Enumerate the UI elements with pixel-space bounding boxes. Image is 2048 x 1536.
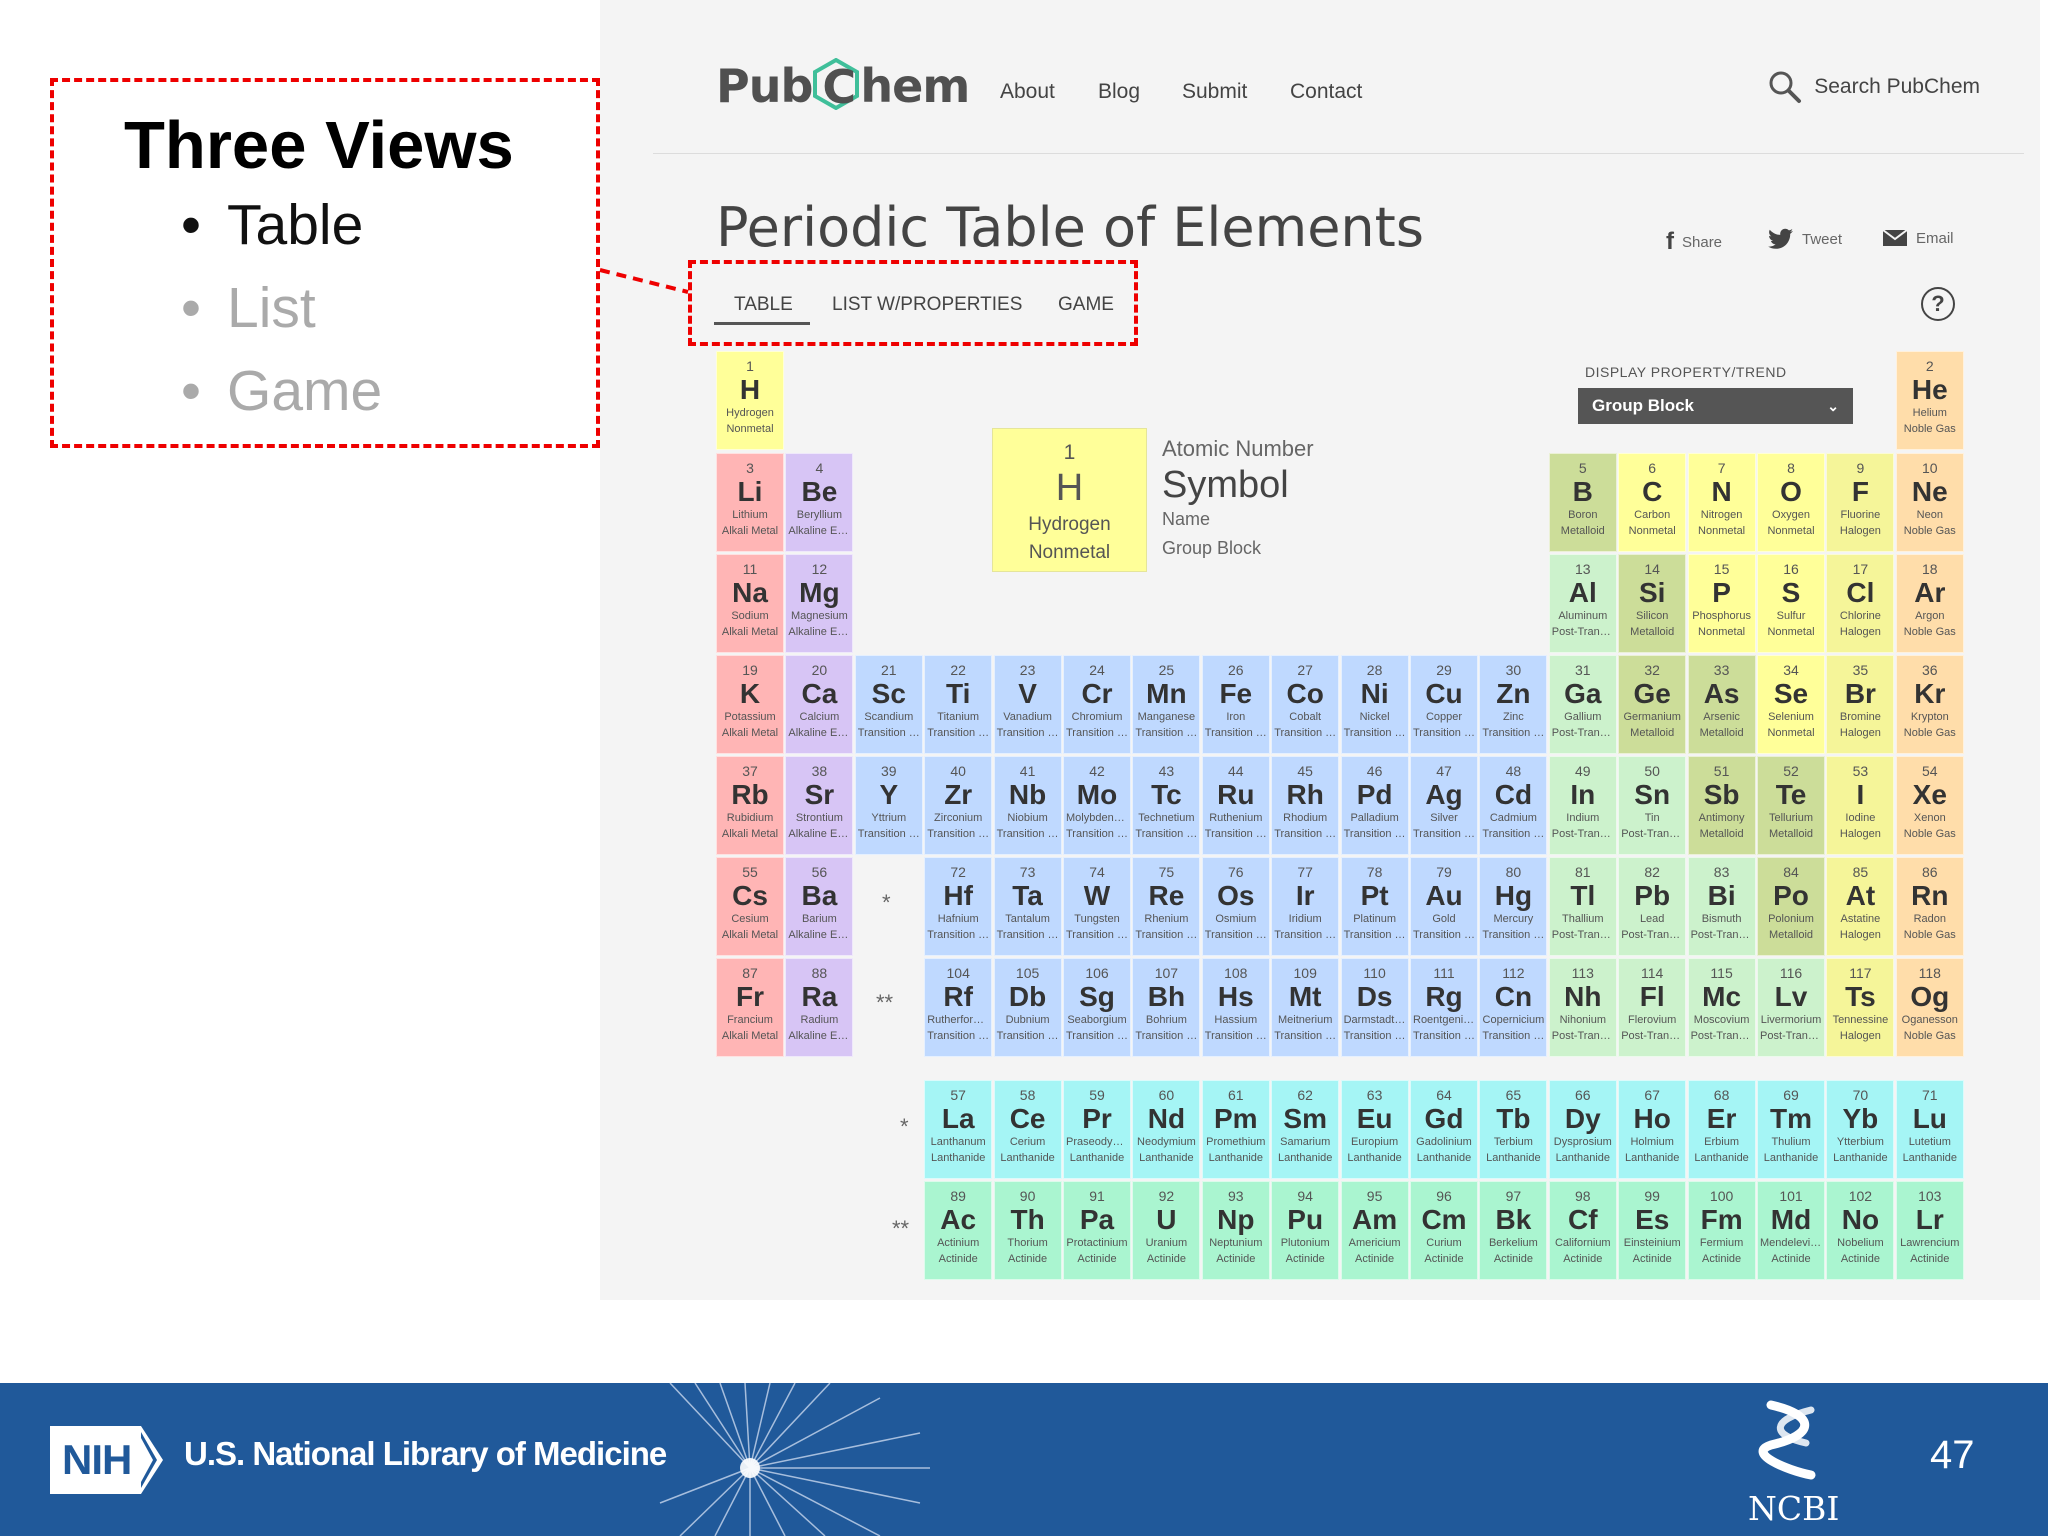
callout-connector-line (599, 268, 689, 294)
